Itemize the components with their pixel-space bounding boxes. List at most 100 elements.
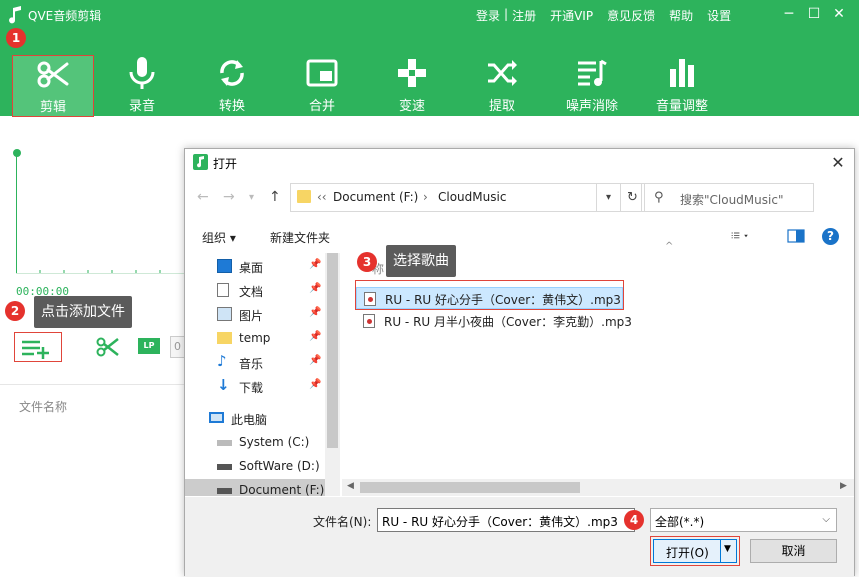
nav-label: 此电脑 (231, 413, 268, 427)
open-dropdown-icon[interactable]: ▼ (724, 544, 731, 554)
nav-scroll-thumb[interactable] (327, 253, 338, 448)
nav-item-downloads[interactable]: ↓ 下载 📌 (217, 375, 327, 399)
waveform-cursor (16, 153, 17, 273)
recent-locations-chevron-icon[interactable]: ▾ (249, 192, 254, 203)
tool-speed[interactable]: 变速 (372, 55, 452, 115)
file-action-row: LP 0 (14, 332, 190, 362)
settings-link[interactable]: 设置 (707, 7, 731, 24)
extract-icon (488, 60, 517, 86)
scissors-icon (96, 337, 119, 357)
step-badge-1: 1 (6, 28, 26, 48)
help-icon[interactable]: ? (822, 228, 839, 245)
tool-label: 录音 (128, 99, 155, 114)
tool-merge[interactable]: 合并 (282, 55, 362, 115)
tool-noise-removal[interactable]: 噪声消除 (552, 55, 632, 115)
nav-label: Document (F:) (239, 483, 325, 496)
speed-icon (398, 59, 426, 87)
filename-input[interactable]: RU - RU 好心分手（Cover：黄伟文）.mp3 (377, 508, 635, 532)
nav-label: SoftWare (D:) (239, 459, 320, 473)
main-toolbar: 剪辑 录音 转换 合并 变速 提取 噪声消除 音量调整 (0, 30, 859, 117)
nav-item-this-pc[interactable]: 此电脑 (209, 407, 327, 431)
forward-arrow-icon[interactable]: → (223, 189, 235, 205)
breadcrumb-drive[interactable]: Document (F:) (333, 190, 418, 204)
file-hscrollbar[interactable]: ◀ ▶ (342, 479, 854, 496)
vip-link[interactable]: 开通VIP (550, 7, 593, 24)
tool-label: 提取 (488, 99, 515, 114)
nav-label: 桌面 (239, 261, 264, 275)
nav-item-pictures[interactable]: 图片 📌 (217, 303, 327, 327)
audio-file-icon (363, 314, 375, 328)
address-dropdown-button[interactable]: ▾ (597, 183, 621, 212)
up-arrow-icon[interactable]: ↑ (269, 189, 281, 205)
dialog-close-button[interactable]: ✕ (828, 153, 848, 173)
drive-icon (217, 440, 232, 446)
pin-icon: 📌 (309, 331, 322, 342)
cut-file-button[interactable] (96, 336, 120, 358)
tool-label: 合并 (308, 99, 335, 114)
nav-label: temp (239, 331, 271, 345)
cancel-button[interactable]: 取消 (750, 539, 837, 563)
open-button[interactable]: 打开(O) ▼ (653, 539, 737, 563)
lp-button[interactable]: LP (138, 338, 160, 354)
nav-scrollbar[interactable] (325, 253, 340, 496)
nav-item-music[interactable]: ♪ 音乐 📌 (217, 351, 327, 375)
waveform-start-marker[interactable] (13, 149, 21, 157)
nav-label: 图片 (239, 309, 264, 323)
nav-item-software-d[interactable]: SoftWare (D:) (217, 455, 327, 479)
step-badge-3: 3 (357, 252, 377, 272)
tool-convert[interactable]: 转换 (192, 55, 272, 115)
nav-item-system-c[interactable]: System (C:) (217, 431, 327, 455)
maximize-button[interactable]: ☐ (804, 4, 824, 24)
preview-pane-icon[interactable] (787, 229, 805, 243)
breadcrumb-folder[interactable]: CloudMusic (438, 190, 506, 204)
pin-icon: 📌 (309, 259, 322, 270)
timeline-axis (16, 273, 186, 274)
help-link[interactable]: 帮助 (669, 7, 693, 24)
organize-button[interactable]: 组织 ▾ (202, 229, 236, 246)
scroll-left-icon[interactable]: ◀ (347, 481, 354, 491)
tool-record[interactable]: 录音 (102, 55, 182, 115)
scroll-right-icon[interactable]: ▶ (840, 481, 847, 491)
desktop-icon (217, 259, 232, 273)
minimize-button[interactable]: ─ (779, 4, 799, 24)
sort-caret-icon[interactable]: ^ (665, 241, 673, 252)
computer-icon (209, 412, 224, 423)
close-button[interactable]: ✕ (829, 4, 849, 24)
tool-volume[interactable]: 音量调整 (642, 55, 722, 115)
nav-item-documents[interactable]: 文档 📌 (217, 279, 327, 303)
breadcrumb-overflow[interactable]: ‹‹ (317, 190, 327, 204)
file-name-column-header: 文件名称 (19, 400, 68, 414)
hscroll-thumb[interactable] (360, 482, 580, 493)
nav-item-desktop[interactable]: 桌面 📌 (217, 255, 327, 279)
address-bar[interactable]: ‹‹ Document (F:) › CloudMusic (290, 183, 597, 212)
back-arrow-icon[interactable]: ← (197, 189, 209, 205)
view-options-icon[interactable] (731, 229, 749, 243)
tip-add-file: 点击添加文件 (34, 296, 132, 328)
open-button-label: 打开(O) (666, 546, 709, 560)
nav-item-document-f[interactable]: Document (F:) (185, 479, 325, 496)
tool-extract[interactable]: 提取 (462, 55, 542, 115)
link-separator: | (504, 7, 509, 21)
navigation-pane: 桌面 📌 文档 📌 图片 📌 temp 📌 ♪ 音乐 📌 ↓ 下载 📌 此电脑 … (185, 253, 340, 496)
filetype-select[interactable]: 全部(*.*) ⌵ (650, 508, 837, 532)
file-item[interactable]: RU - RU 月半小夜曲（Cover：李克勤）.mp3 (356, 310, 646, 332)
step-badge-2: 2 (5, 301, 25, 321)
feedback-link[interactable]: 意见反馈 (607, 7, 655, 24)
folder-icon (297, 190, 311, 203)
tool-cut[interactable]: 剪辑 (12, 55, 94, 117)
folder-icon (217, 332, 232, 344)
filetype-value: 全部(*.*) (655, 515, 705, 529)
file-name: RU - RU 月半小夜曲（Cover：李克勤）.mp3 (384, 315, 632, 329)
search-box[interactable]: ⚲ 搜索"CloudMusic" (641, 183, 814, 212)
register-link[interactable]: 注册 (512, 7, 536, 24)
document-icon (217, 283, 229, 297)
nav-label: System (C:) (239, 435, 310, 449)
music-icon: ♪ (217, 352, 227, 370)
new-folder-button[interactable]: 新建文件夹 (270, 229, 330, 246)
nav-label: 下载 (239, 381, 264, 395)
add-file-button[interactable] (14, 332, 62, 362)
nav-item-temp[interactable]: temp 📌 (217, 327, 327, 351)
login-link[interactable]: 登录 (476, 7, 500, 24)
pin-icon: 📌 (309, 283, 322, 294)
chevron-down-icon: ⌵ (822, 514, 830, 525)
